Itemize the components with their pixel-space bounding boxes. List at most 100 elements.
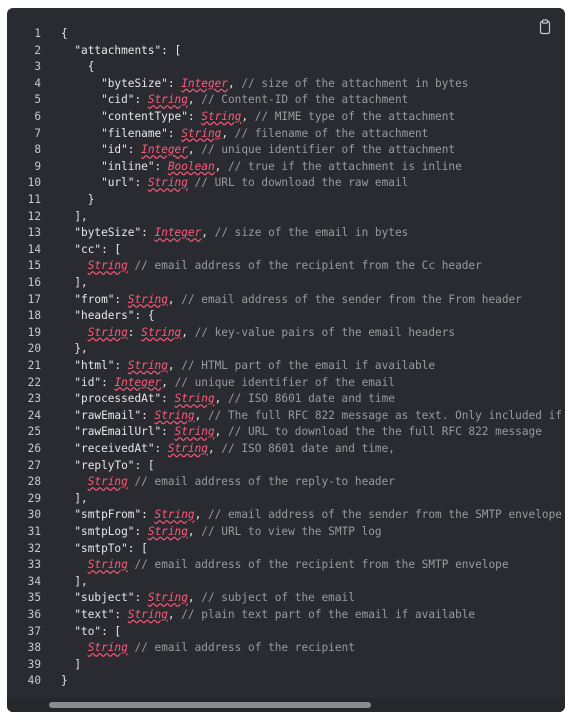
code-text: "subject": String, // subject of the ema… (61, 590, 355, 607)
line-number: 40 (27, 674, 41, 688)
type-token: String (147, 93, 188, 107)
type-token: String (167, 442, 208, 455)
comment-token: // URL to download the raw email (194, 176, 409, 190)
code-text: ] (61, 657, 81, 674)
type-token: Integer (141, 143, 188, 157)
line-number: 8 (34, 143, 41, 157)
line-number: 10 (27, 176, 41, 190)
code-text: ], (61, 275, 88, 292)
code-token: , (214, 425, 228, 439)
code-text: "inline": Boolean, // true if the attach… (61, 159, 462, 176)
type-token: Integer (181, 76, 228, 90)
code-token: : (127, 325, 142, 339)
code-token: , (187, 525, 202, 538)
code-token: "smtpTo": [ (61, 541, 148, 555)
type-token: Integer (114, 375, 162, 389)
code-token: "inline": (61, 159, 168, 173)
code-token: "processedAt": (61, 392, 175, 406)
comment-token: // unique identifier of the email (174, 375, 395, 389)
line-number: 2 (34, 43, 41, 57)
line-number: 33 (27, 558, 41, 572)
code-text: } (61, 192, 95, 209)
line-number: 30 (27, 508, 41, 522)
code-text: "url": String // URL to download the raw… (61, 175, 408, 192)
comment-token: // URL to download the the full RFC 822 … (227, 425, 542, 439)
line-number: 7 (34, 126, 41, 140)
line-number: 11 (27, 193, 41, 206)
code-text: ], (61, 574, 88, 591)
code-text: "processedAt": String, // ISO 8601 date … (61, 391, 395, 408)
comment-token: // plain text part of the email if avail… (181, 608, 476, 621)
code-token: } (61, 193, 95, 206)
code-token: } (61, 674, 68, 688)
comment-token: // key-value pairs of the email headers (194, 325, 456, 339)
code-token: "subject": (61, 591, 148, 605)
code-text: } (61, 673, 68, 690)
code-token: , (187, 143, 202, 157)
comment-token: // ISO 8601 date and time, (221, 442, 395, 455)
line-number: 5 (34, 93, 41, 107)
comment-token: // email address of the sender from the … (207, 508, 562, 522)
comment-token: // subject of the email (201, 591, 355, 605)
line-number: 24 (27, 408, 41, 422)
type-token: Integer (154, 226, 202, 240)
code-token: , (207, 442, 222, 455)
line-number: 4 (34, 76, 41, 90)
comment-token: // email address of the recipient from t… (134, 558, 509, 572)
type-token: String (87, 259, 128, 273)
code-text: "id": Integer, // unique identifier of t… (61, 142, 455, 159)
line-number: 32 (27, 541, 41, 555)
line-number: 28 (27, 475, 41, 489)
code-token: "byteSize": (61, 76, 182, 90)
code-token: { (61, 60, 95, 74)
comment-token: // HTML part of the email if available (181, 359, 436, 372)
line-number: 27 (27, 458, 41, 472)
scrollbar-thumb[interactable] (49, 702, 371, 708)
line-number: 37 (27, 624, 41, 638)
type-token: String (201, 110, 242, 123)
code-text: "contentType": String, // MIME type of t… (61, 109, 455, 126)
code-token: , (167, 292, 182, 306)
comment-token: // URL to view the SMTP log (201, 525, 382, 538)
type-token: String (87, 475, 128, 489)
comment-token: // email address of the recipient (134, 641, 355, 655)
code-token: ], (61, 276, 88, 289)
code-text: "rawEmailUrl": String, // URL to downloa… (61, 424, 542, 441)
type-token: String (127, 359, 168, 372)
line-number: 16 (27, 276, 41, 289)
code-token: , (214, 159, 228, 173)
code-token: "rawEmail": (61, 408, 155, 422)
code-token: ], (61, 491, 88, 505)
line-number: 9 (34, 159, 41, 173)
code-token: ], (61, 209, 88, 223)
code-text: "byteSize": Integer, // size of the atta… (61, 76, 468, 93)
code-token: ], (61, 574, 88, 588)
code-token: , (228, 76, 242, 90)
line-number: 35 (27, 591, 41, 605)
line-number: 1 (34, 27, 41, 40)
code-token: "id": (61, 143, 142, 157)
code-token: { (61, 27, 68, 40)
line-number: 22 (27, 375, 41, 389)
code-token: }, (61, 342, 88, 356)
code-token: "html": (61, 359, 128, 372)
type-token: String (127, 608, 168, 621)
code-token: , (187, 93, 202, 107)
code-token: , (181, 325, 195, 339)
code-token: , (241, 110, 255, 123)
code-text: { (61, 59, 95, 76)
code-token: , (221, 126, 235, 140)
code-token: "rawEmailUrl": (61, 425, 175, 439)
comment-token: // email address of the reply-to header (134, 475, 395, 489)
code-token: "text": (61, 608, 128, 621)
horizontal-scrollbar[interactable] (7, 698, 565, 712)
type-token: String (147, 176, 188, 190)
code-token: "id": (61, 375, 115, 389)
code-token: "cc": [ (61, 242, 122, 256)
line-number: 6 (34, 110, 41, 123)
code-text: ], (61, 209, 88, 226)
line-number: 36 (27, 608, 41, 621)
